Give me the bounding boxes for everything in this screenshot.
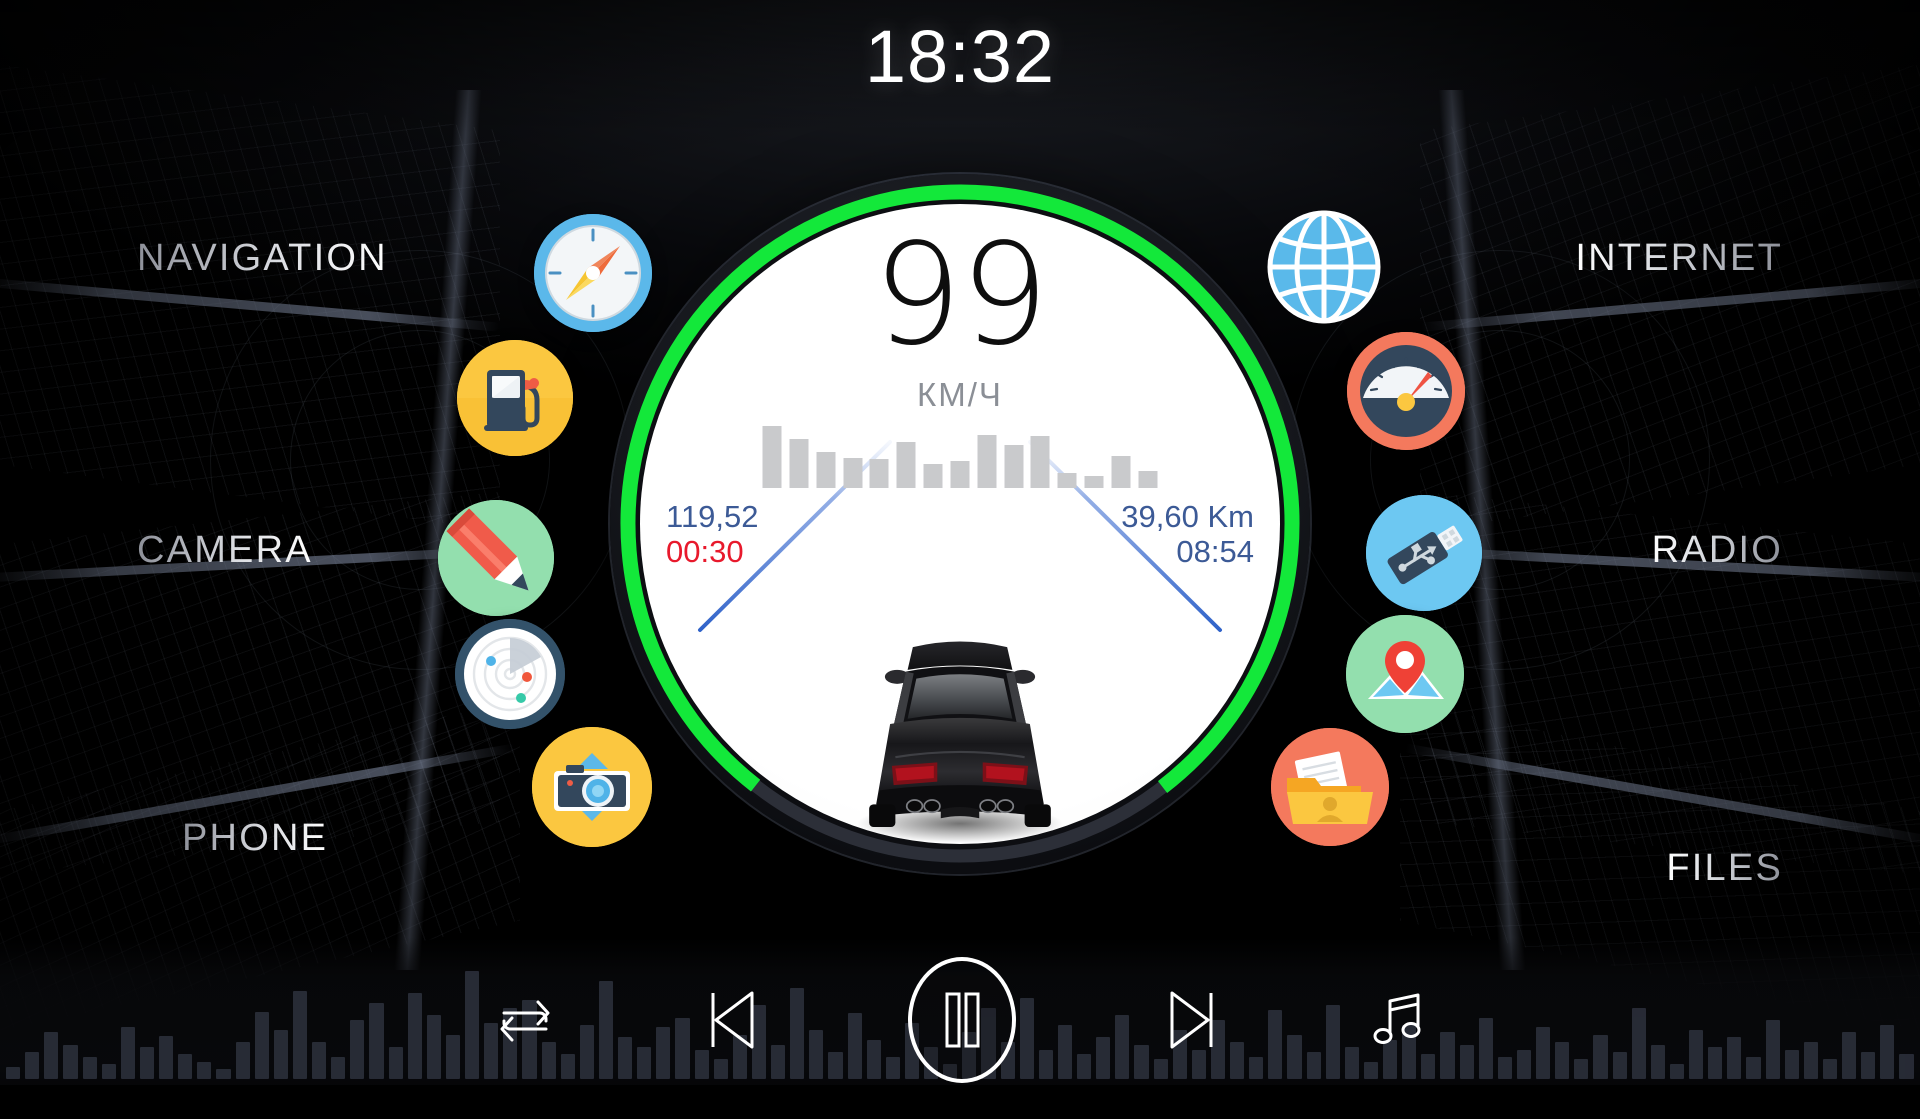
infotainment-screen: 18:32 NAVIGATION CAMERA PHONE INTERNET R… bbox=[0, 0, 1920, 1119]
speed-histogram bbox=[762, 426, 1158, 488]
histogram-bar bbox=[869, 459, 889, 488]
music-note-icon bbox=[1373, 993, 1421, 1044]
app-icon-notes[interactable] bbox=[438, 500, 554, 616]
menu-item-camera[interactable]: CAMERA bbox=[137, 529, 313, 572]
menu-item-radio[interactable]: RADIO bbox=[1652, 529, 1783, 572]
status-clock: 18:32 bbox=[864, 15, 1056, 98]
play-pause-button[interactable] bbox=[908, 957, 1016, 1083]
histogram-bar bbox=[896, 442, 916, 488]
speed-unit: КМ/Ч bbox=[917, 376, 1003, 413]
histogram-bar bbox=[1084, 476, 1104, 488]
app-icon-radar[interactable] bbox=[455, 619, 565, 729]
histogram-bar bbox=[977, 434, 997, 488]
playlist-button[interactable] bbox=[1368, 989, 1426, 1051]
pause-icon bbox=[945, 992, 980, 1048]
bottom-black-strip bbox=[0, 1085, 1920, 1119]
gauge-icon bbox=[1347, 332, 1465, 450]
pencil-icon bbox=[438, 500, 554, 616]
app-icon-dashboard[interactable] bbox=[1347, 332, 1465, 450]
camera-icon bbox=[532, 727, 652, 847]
radar-icon bbox=[455, 619, 565, 729]
fuel-pump-icon bbox=[457, 340, 573, 456]
histogram-bar bbox=[923, 464, 943, 488]
repeat-icon bbox=[500, 1000, 550, 1042]
trip-time-value: 00:30 bbox=[666, 533, 744, 569]
next-icon bbox=[1170, 991, 1213, 1049]
repeat-button[interactable] bbox=[494, 989, 556, 1051]
trip-distance-value: 119,52 bbox=[666, 499, 759, 534]
histogram-bar bbox=[762, 426, 782, 488]
previous-track-button[interactable] bbox=[704, 985, 760, 1055]
histogram-bar bbox=[1030, 435, 1050, 488]
route-distance-value: 39,60 Km bbox=[1121, 499, 1254, 534]
app-icon-internet[interactable] bbox=[1264, 207, 1384, 327]
route-stats-right: 39,60 Km 08:54 bbox=[1121, 499, 1254, 569]
menu-item-files[interactable]: FILES bbox=[1666, 847, 1783, 890]
app-icon-fuel[interactable] bbox=[457, 340, 573, 456]
previous-icon bbox=[711, 991, 754, 1049]
app-icon-camera[interactable] bbox=[532, 727, 652, 847]
compass-icon bbox=[534, 214, 652, 332]
histogram-bar bbox=[1111, 455, 1131, 488]
folder-icon bbox=[1271, 728, 1389, 846]
histogram-bar bbox=[1057, 473, 1077, 488]
usb-icon bbox=[1366, 495, 1482, 611]
histogram-bar bbox=[843, 458, 863, 488]
app-icon-maps[interactable] bbox=[1346, 615, 1464, 733]
menu-item-navigation[interactable]: NAVIGATION bbox=[137, 237, 388, 280]
histogram-bar bbox=[1138, 470, 1158, 488]
histogram-bar bbox=[816, 451, 836, 488]
globe-icon bbox=[1267, 210, 1381, 324]
histogram-bar bbox=[789, 438, 809, 488]
app-icon-compass[interactable] bbox=[534, 214, 652, 332]
next-track-button[interactable] bbox=[1164, 985, 1220, 1055]
app-icon-usb[interactable] bbox=[1366, 495, 1482, 611]
speed-value: 99 bbox=[872, 214, 1049, 377]
menu-item-phone[interactable]: PHONE bbox=[182, 817, 328, 860]
vehicle-rear-view bbox=[856, 641, 1064, 843]
app-icon-files[interactable] bbox=[1271, 728, 1389, 846]
histogram-bar bbox=[1004, 445, 1024, 488]
histogram-bar bbox=[950, 461, 970, 488]
trip-stats-left: 119,52 00:30 bbox=[666, 499, 759, 569]
route-time-value: 08:54 bbox=[1176, 533, 1254, 569]
speedometer-dial[interactable]: 99 КМ/Ч 119,52 00:30 39,60 Km 08:54 bbox=[640, 204, 1280, 844]
menu-item-internet[interactable]: INTERNET bbox=[1575, 237, 1783, 280]
media-buttons-row bbox=[0, 957, 1920, 1083]
map-pin-icon bbox=[1346, 615, 1464, 733]
